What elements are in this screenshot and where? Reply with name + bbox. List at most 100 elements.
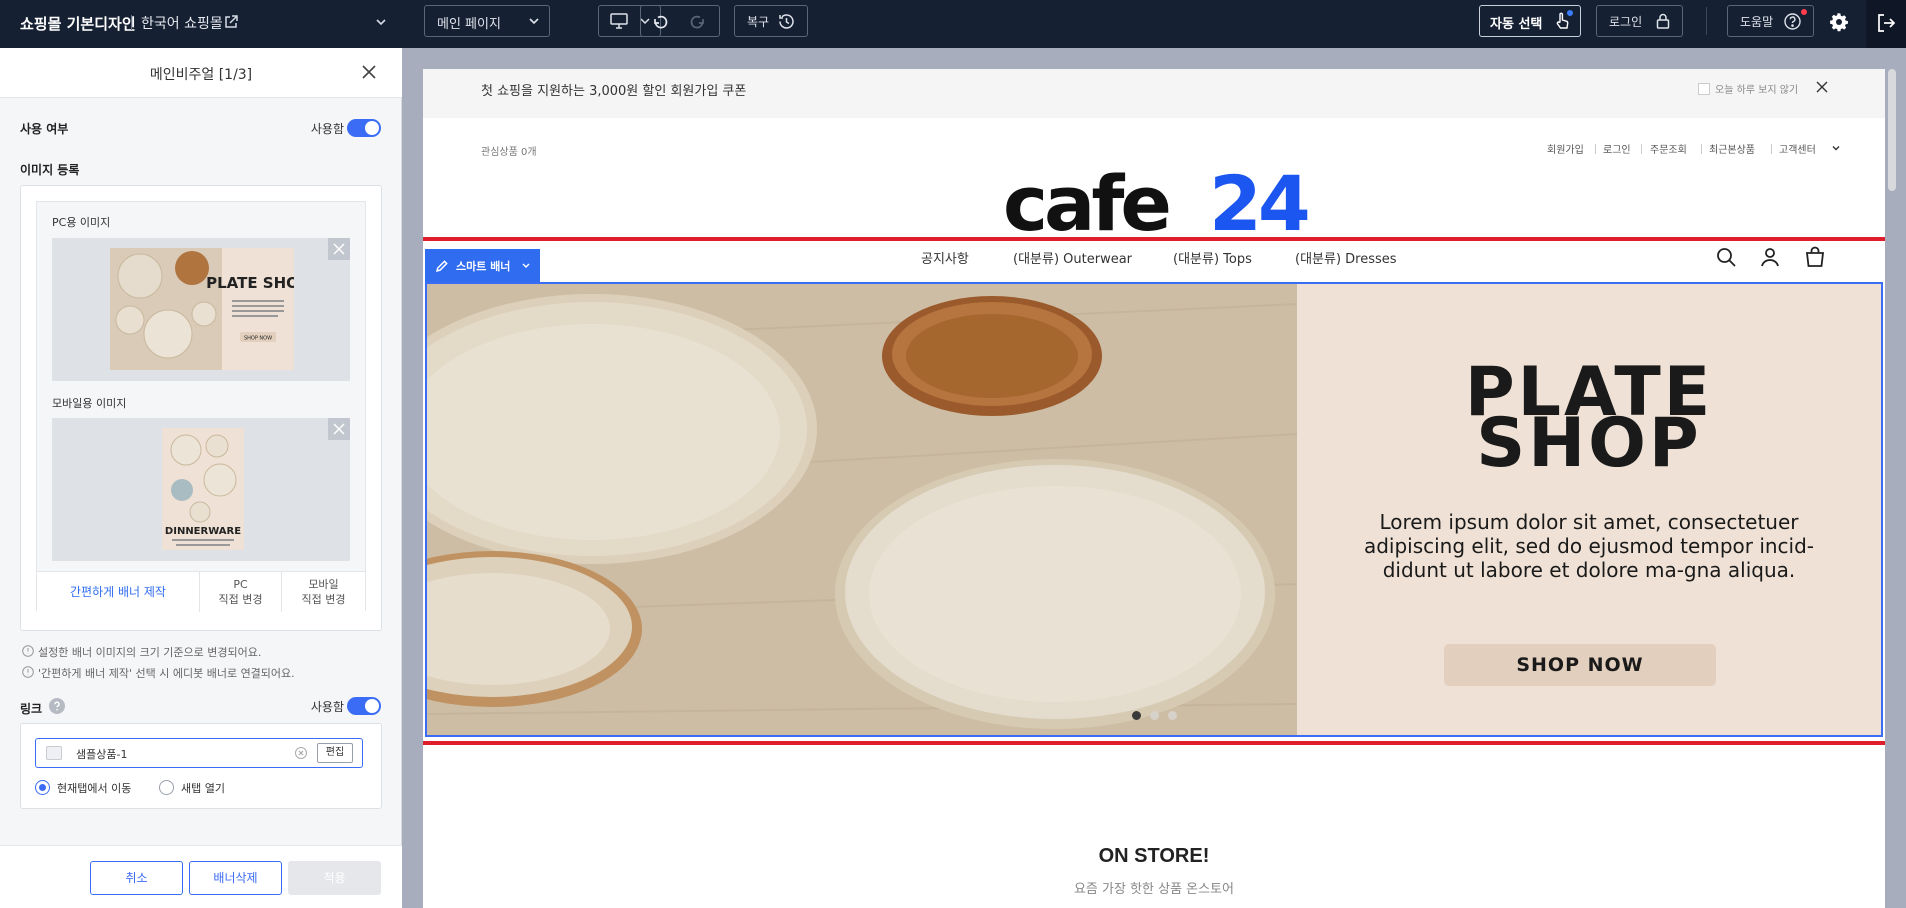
- close-icon[interactable]: [1815, 80, 1829, 94]
- link-value: 샘플상품-1: [76, 748, 128, 761]
- easy-banner-button[interactable]: 간편하게 배너 제작: [37, 572, 199, 612]
- nav-tops[interactable]: (대분류) Tops: [1173, 248, 1252, 267]
- exit-button[interactable]: [1866, 0, 1906, 48]
- apply-button[interactable]: 적용: [288, 861, 381, 895]
- smart-banner-tag[interactable]: 스마트 배너: [425, 249, 540, 282]
- chevron-down-icon[interactable]: [1831, 143, 1841, 153]
- promo-bar: 첫 쇼핑을 지원하는 3,000원 할인 회원가입 쿠폰 오늘 하루 보지 않기: [423, 69, 1885, 118]
- slide-dot[interactable]: [1168, 711, 1177, 720]
- thumb-title: PLATE SHOP: [206, 274, 294, 292]
- shop-now-button[interactable]: SHOP NOW: [1444, 644, 1716, 686]
- image-list: PC용 이미지 PLATE SHOP SHOP NOW: [36, 201, 366, 612]
- undo-icon[interactable]: [651, 13, 669, 31]
- undo-redo-group: [640, 5, 720, 37]
- remove-image-button[interactable]: [328, 238, 350, 260]
- page-select-value: 메인 페이지: [437, 17, 501, 32]
- nav-outerwear[interactable]: (대분류) Outerwear: [1013, 248, 1132, 267]
- search-icon[interactable]: [1714, 245, 1738, 269]
- banner-text-area: PLATE SHOP Lorem ipsum dolor sit amet, c…: [1297, 284, 1881, 735]
- login-button[interactable]: 로그인: [1596, 5, 1683, 37]
- site-logo[interactable]: cafe 24: [1003, 172, 1309, 244]
- panel-footer: 취소 배너삭제 적용: [0, 845, 402, 908]
- util-link-recent[interactable]: 최근본상품: [1709, 141, 1755, 156]
- pc-change-button[interactable]: PC 직접 변경: [199, 572, 281, 612]
- chevron-down-icon[interactable]: [372, 13, 390, 31]
- promo-text[interactable]: 첫 쇼핑을 지원하는 3,000원 할인 회원가입 쿠폰: [481, 80, 746, 99]
- thumb-cta: SHOP NOW: [244, 336, 272, 342]
- help-circle-icon: [1784, 13, 1801, 30]
- slide-dot[interactable]: [1150, 711, 1159, 720]
- mobile-banner-preview: DINNERWARE: [162, 428, 244, 550]
- util-link-orders[interactable]: 주문조회: [1650, 141, 1687, 156]
- banner-title-line2: SHOP: [1476, 404, 1702, 483]
- cancel-button[interactable]: 취소: [90, 861, 183, 895]
- hide-today-checkbox[interactable]: [1698, 83, 1710, 95]
- info-icon: [22, 645, 34, 657]
- util-link-support[interactable]: 고객센터: [1779, 141, 1816, 156]
- nav-dresses[interactable]: (대분류) Dresses: [1295, 248, 1397, 267]
- wishlist-count[interactable]: 관심상품 0개: [481, 143, 537, 158]
- preview-scrollbar[interactable]: [1888, 69, 1896, 191]
- image-placeholder-icon: [46, 746, 62, 760]
- util-link-join[interactable]: 회원가입: [1547, 141, 1584, 156]
- link-label: 링크: [20, 702, 43, 716]
- radio-label: 새탭 열기: [181, 782, 225, 795]
- restore-label: 복구: [747, 15, 770, 29]
- hide-today-label[interactable]: 오늘 하루 보지 않기: [1715, 81, 1798, 96]
- radio-button[interactable]: [35, 780, 50, 795]
- main-banner[interactable]: PLATE SHOP Lorem ipsum dolor sit amet, c…: [427, 284, 1881, 735]
- pc-image-label: PC용 이미지: [52, 216, 111, 229]
- pc-image-thumbnail[interactable]: PLATE SHOP SHOP NOW: [52, 238, 350, 381]
- help-button[interactable]: 도움말: [1727, 5, 1814, 37]
- close-icon[interactable]: [360, 63, 378, 81]
- info-icon: [22, 666, 34, 678]
- link-settings-box: 샘플상품-1 편집 현재탭에서 이동 새탭 열기: [20, 723, 382, 809]
- notification-dot: [1567, 10, 1573, 16]
- toggle-switch[interactable]: [347, 119, 381, 137]
- top-bar: 쇼핑몰 기본디자인 한국어 쇼핑몰 메인 페이지 복구 자동 선택 로그인 도움…: [0, 0, 1906, 48]
- redo-icon[interactable]: [689, 13, 707, 31]
- notification-dot: [1801, 9, 1807, 15]
- image-section-label: 이미지 등록: [20, 163, 80, 177]
- history-icon: [779, 14, 794, 29]
- edit-link-button[interactable]: 편집: [317, 743, 353, 763]
- use-toggle[interactable]: 사용함: [280, 118, 381, 138]
- mobile-change-button[interactable]: 모바일 직접 변경: [281, 572, 365, 612]
- logo-text: cafe: [1003, 172, 1168, 244]
- banner-body: Lorem ipsum dolor sit amet, consectetuer…: [1363, 510, 1815, 582]
- logo-number: 24: [1209, 172, 1308, 244]
- divider: [1706, 7, 1707, 35]
- slide-dot[interactable]: [1132, 711, 1141, 720]
- close-icon: [333, 423, 345, 435]
- help-label: 도움말: [1740, 15, 1774, 29]
- help-icon[interactable]: [49, 698, 65, 714]
- toggle-switch[interactable]: [347, 697, 381, 715]
- remove-image-button[interactable]: [328, 418, 350, 440]
- mobile-image-thumbnail[interactable]: DINNERWARE: [52, 418, 350, 561]
- login-label: 로그인: [1609, 15, 1643, 29]
- chevron-down-icon: [529, 18, 539, 25]
- delete-banner-button[interactable]: 배너삭제: [189, 861, 282, 895]
- radio-button[interactable]: [159, 780, 174, 795]
- divider: [1641, 144, 1642, 154]
- mobile-change-line2: 직접 변경: [301, 593, 346, 606]
- external-link-icon[interactable]: [222, 13, 240, 31]
- use-label: 사용 여부: [20, 122, 69, 136]
- link-toggle[interactable]: 사용함: [280, 696, 381, 716]
- shop-name-link[interactable]: 한국어 쇼핑몰: [141, 13, 223, 33]
- link-product-field[interactable]: 샘플상품-1 편집: [35, 738, 363, 768]
- divider: [1595, 144, 1596, 154]
- restore-button[interactable]: 복구: [734, 5, 808, 37]
- exit-icon: [1878, 14, 1896, 32]
- divider: [1701, 144, 1702, 154]
- pc-change-line1: PC: [233, 578, 248, 591]
- clear-icon[interactable]: [295, 747, 307, 759]
- lock-icon: [1656, 13, 1670, 29]
- nav-notice[interactable]: 공지사항: [921, 248, 969, 267]
- user-icon[interactable]: [1758, 245, 1782, 269]
- util-link-login[interactable]: 로그인: [1603, 141, 1631, 156]
- page-select[interactable]: 메인 페이지: [424, 5, 550, 37]
- shopping-bag-icon[interactable]: [1803, 245, 1827, 269]
- auto-select-button[interactable]: 자동 선택: [1479, 5, 1581, 37]
- gear-icon[interactable]: [1829, 12, 1849, 32]
